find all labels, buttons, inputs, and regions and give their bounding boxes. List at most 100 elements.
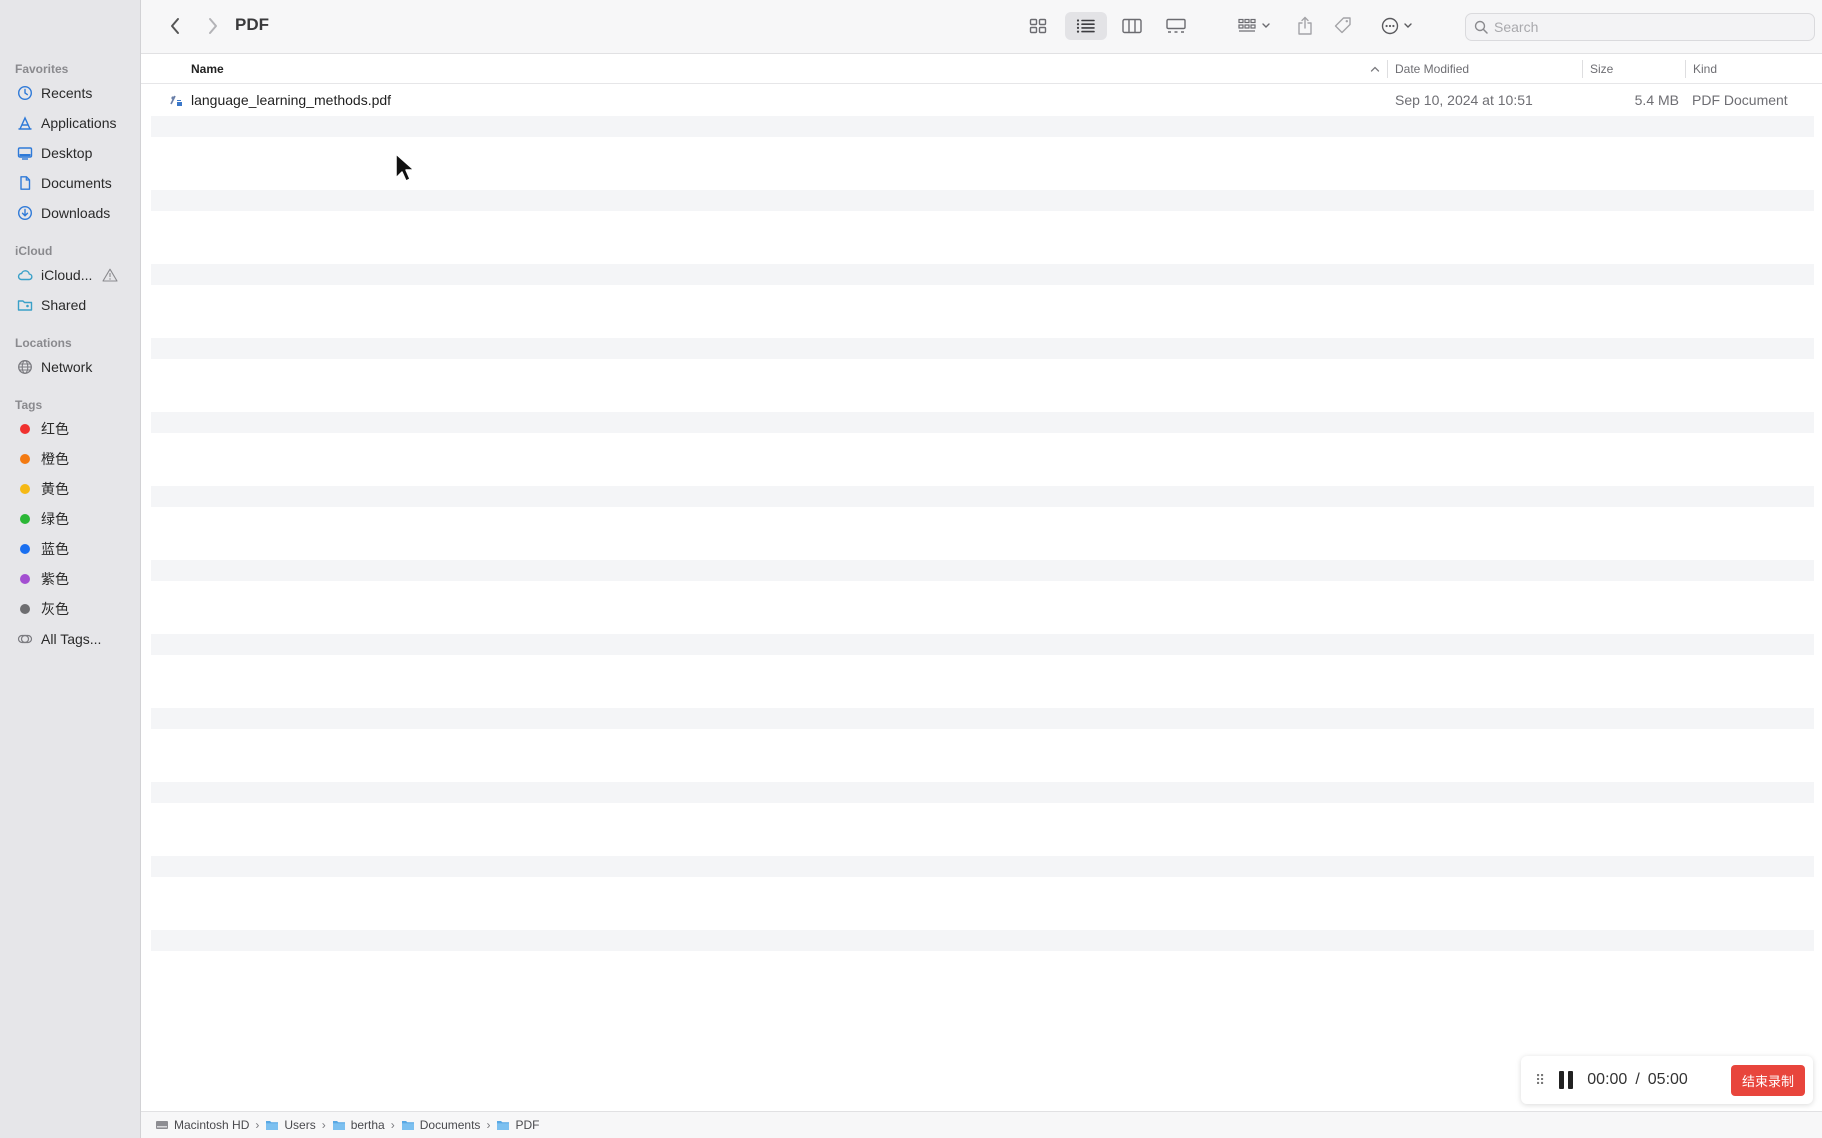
more-actions-button[interactable] bbox=[1378, 12, 1418, 40]
column-divider[interactable] bbox=[1582, 60, 1583, 78]
sidebar-item-shared[interactable]: Shared bbox=[0, 290, 140, 320]
empty-row bbox=[151, 930, 1814, 951]
sidebar: Favorites Recents Applications Desktop D… bbox=[0, 0, 141, 1138]
empty-row bbox=[151, 523, 1814, 544]
share-button[interactable] bbox=[1291, 12, 1319, 40]
path-crumb-pdf[interactable]: PDF bbox=[496, 1118, 539, 1132]
empty-row bbox=[151, 449, 1814, 470]
sidebar-item-all-tags[interactable]: All Tags... bbox=[0, 624, 140, 654]
empty-row bbox=[151, 264, 1814, 285]
chevron-right-icon bbox=[209, 18, 217, 34]
empty-row bbox=[151, 597, 1814, 618]
sidebar-item-recents[interactable]: Recents bbox=[0, 78, 140, 108]
gallery-icon bbox=[1166, 18, 1186, 33]
empty-row bbox=[151, 560, 1814, 581]
sidebar-item-network[interactable]: Network bbox=[0, 352, 140, 382]
sidebar-tag-orange[interactable]: 橙色 bbox=[0, 444, 140, 474]
cloud-icon bbox=[17, 267, 33, 283]
chevron-right-icon: › bbox=[321, 1118, 326, 1132]
column-divider[interactable] bbox=[1685, 60, 1686, 78]
list-view-button[interactable] bbox=[1065, 12, 1107, 40]
search-input[interactable] bbox=[1494, 19, 1794, 35]
file-row[interactable]: language_learning_methods.pdf Sep 10, 20… bbox=[151, 85, 1814, 116]
file-kind: PDF Document bbox=[1692, 92, 1788, 108]
empty-row bbox=[151, 967, 1814, 988]
column-name-label: Name bbox=[191, 62, 224, 76]
tag-dot-icon bbox=[20, 454, 30, 464]
chevron-right-icon: › bbox=[486, 1118, 491, 1132]
empty-rows bbox=[151, 116, 1814, 1004]
sidebar-tag-yellow[interactable]: 黄色 bbox=[0, 474, 140, 504]
chevron-right-icon: › bbox=[255, 1118, 260, 1132]
grid-icon bbox=[1029, 18, 1047, 34]
recorder-total: 05:00 bbox=[1647, 1071, 1688, 1088]
path-crumb-users[interactable]: Users bbox=[265, 1118, 316, 1132]
column-kind-label: Kind bbox=[1693, 62, 1718, 76]
mouse-pointer-icon bbox=[394, 152, 416, 189]
tag-dot-icon bbox=[20, 484, 30, 494]
sidebar-item-icloud-drive[interactable]: iCloud... bbox=[0, 260, 140, 290]
sidebar-item-documents[interactable]: Documents bbox=[0, 168, 140, 198]
sidebar-tag-red[interactable]: 红色 bbox=[0, 414, 140, 444]
tag-dot-icon bbox=[20, 544, 30, 554]
pause-button[interactable] bbox=[1559, 1071, 1574, 1089]
sidebar-tag-purple[interactable]: 紫色 bbox=[0, 564, 140, 594]
empty-row bbox=[151, 190, 1814, 211]
empty-row bbox=[151, 412, 1814, 433]
search-field[interactable] bbox=[1465, 13, 1815, 41]
recorder-separator: / bbox=[1635, 1071, 1640, 1088]
document-icon bbox=[17, 175, 33, 191]
sidebar-item-label: 绿色 bbox=[41, 511, 69, 527]
columns-icon bbox=[1122, 18, 1142, 34]
ellipsis-circle-icon bbox=[1381, 17, 1412, 35]
sidebar-tag-blue[interactable]: 蓝色 bbox=[0, 534, 140, 564]
group-by-button[interactable] bbox=[1235, 12, 1275, 40]
stop-recording-button[interactable]: 结束录制 bbox=[1730, 1064, 1805, 1096]
sidebar-section-locations: Locations bbox=[15, 336, 72, 350]
sidebar-item-applications[interactable]: Applications bbox=[0, 108, 140, 138]
list-icon bbox=[1076, 19, 1095, 33]
empty-row bbox=[151, 375, 1814, 396]
search-icon bbox=[1474, 20, 1488, 34]
shared-folder-icon bbox=[17, 297, 33, 313]
path-bar: Macintosh HD › Users › bertha › Document… bbox=[141, 1111, 1822, 1138]
column-divider[interactable] bbox=[1387, 60, 1388, 78]
forward-button[interactable] bbox=[199, 12, 227, 40]
sidebar-tag-green[interactable]: 绿色 bbox=[0, 504, 140, 534]
download-icon bbox=[17, 205, 33, 221]
gallery-view-button[interactable] bbox=[1157, 12, 1195, 40]
sidebar-item-label: 红色 bbox=[41, 421, 69, 437]
path-crumb-macintosh-hd[interactable]: Macintosh HD bbox=[155, 1118, 249, 1132]
sidebar-item-label: 黄色 bbox=[41, 481, 69, 497]
path-crumb-documents[interactable]: Documents bbox=[401, 1118, 480, 1132]
tag-button[interactable] bbox=[1328, 12, 1358, 40]
window-title: PDF bbox=[235, 15, 269, 34]
sidebar-tag-gray[interactable]: 灰色 bbox=[0, 594, 140, 624]
column-view-button[interactable] bbox=[1114, 12, 1150, 40]
sidebar-section-tags: Tags bbox=[15, 398, 43, 412]
column-kind[interactable]: Kind bbox=[1693, 54, 1717, 84]
sidebar-item-desktop[interactable]: Desktop bbox=[0, 138, 140, 168]
column-date-modified[interactable]: Date Modified bbox=[1395, 54, 1469, 84]
sidebar-section-favorites: Favorites bbox=[15, 62, 69, 76]
icon-view-button[interactable] bbox=[1020, 12, 1056, 40]
hard-drive-icon bbox=[156, 1121, 168, 1129]
sidebar-item-label: Downloads bbox=[41, 205, 111, 221]
globe-icon bbox=[17, 359, 33, 375]
sidebar-item-label: Applications bbox=[41, 115, 117, 131]
sort-ascending-icon[interactable] bbox=[1370, 54, 1380, 84]
sidebar-item-label: Network bbox=[41, 359, 93, 375]
empty-row bbox=[151, 782, 1814, 803]
column-name[interactable]: Name bbox=[191, 54, 224, 84]
back-button[interactable] bbox=[161, 12, 189, 40]
applications-icon bbox=[17, 115, 33, 131]
clock-icon bbox=[17, 85, 33, 101]
warning-icon bbox=[102, 268, 118, 282]
column-size[interactable]: Size bbox=[1590, 54, 1613, 84]
empty-row bbox=[151, 301, 1814, 322]
drag-handle-icon[interactable]: ⠿ bbox=[1535, 1072, 1545, 1089]
file-list: language_learning_methods.pdf Sep 10, 20… bbox=[151, 85, 1814, 1111]
empty-row bbox=[151, 671, 1814, 692]
path-crumb-bertha[interactable]: bertha bbox=[332, 1118, 385, 1132]
sidebar-item-downloads[interactable]: Downloads bbox=[0, 198, 140, 228]
